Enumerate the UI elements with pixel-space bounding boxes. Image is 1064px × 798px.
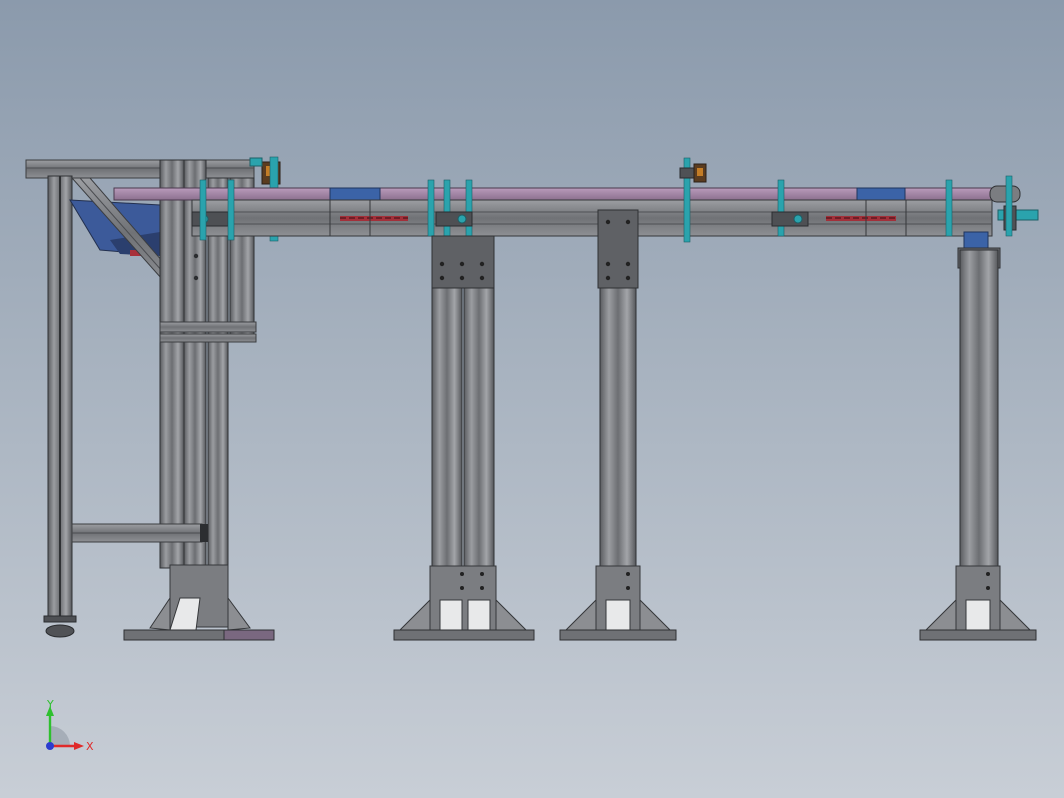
z-axis-dot — [46, 742, 54, 750]
y-axis-label: Y — [46, 698, 54, 711]
support-leg-1 — [393, 235, 535, 641]
support-leg-2 — [559, 209, 677, 641]
x-axis-label: X — [86, 740, 94, 753]
support-leg-3 — [919, 231, 1037, 641]
axis-triad-icon: Y X — [46, 698, 94, 753]
cad-viewport[interactable]: Y X — [0, 0, 1064, 798]
conveyor-model-drawing[interactable] — [0, 0, 1064, 798]
